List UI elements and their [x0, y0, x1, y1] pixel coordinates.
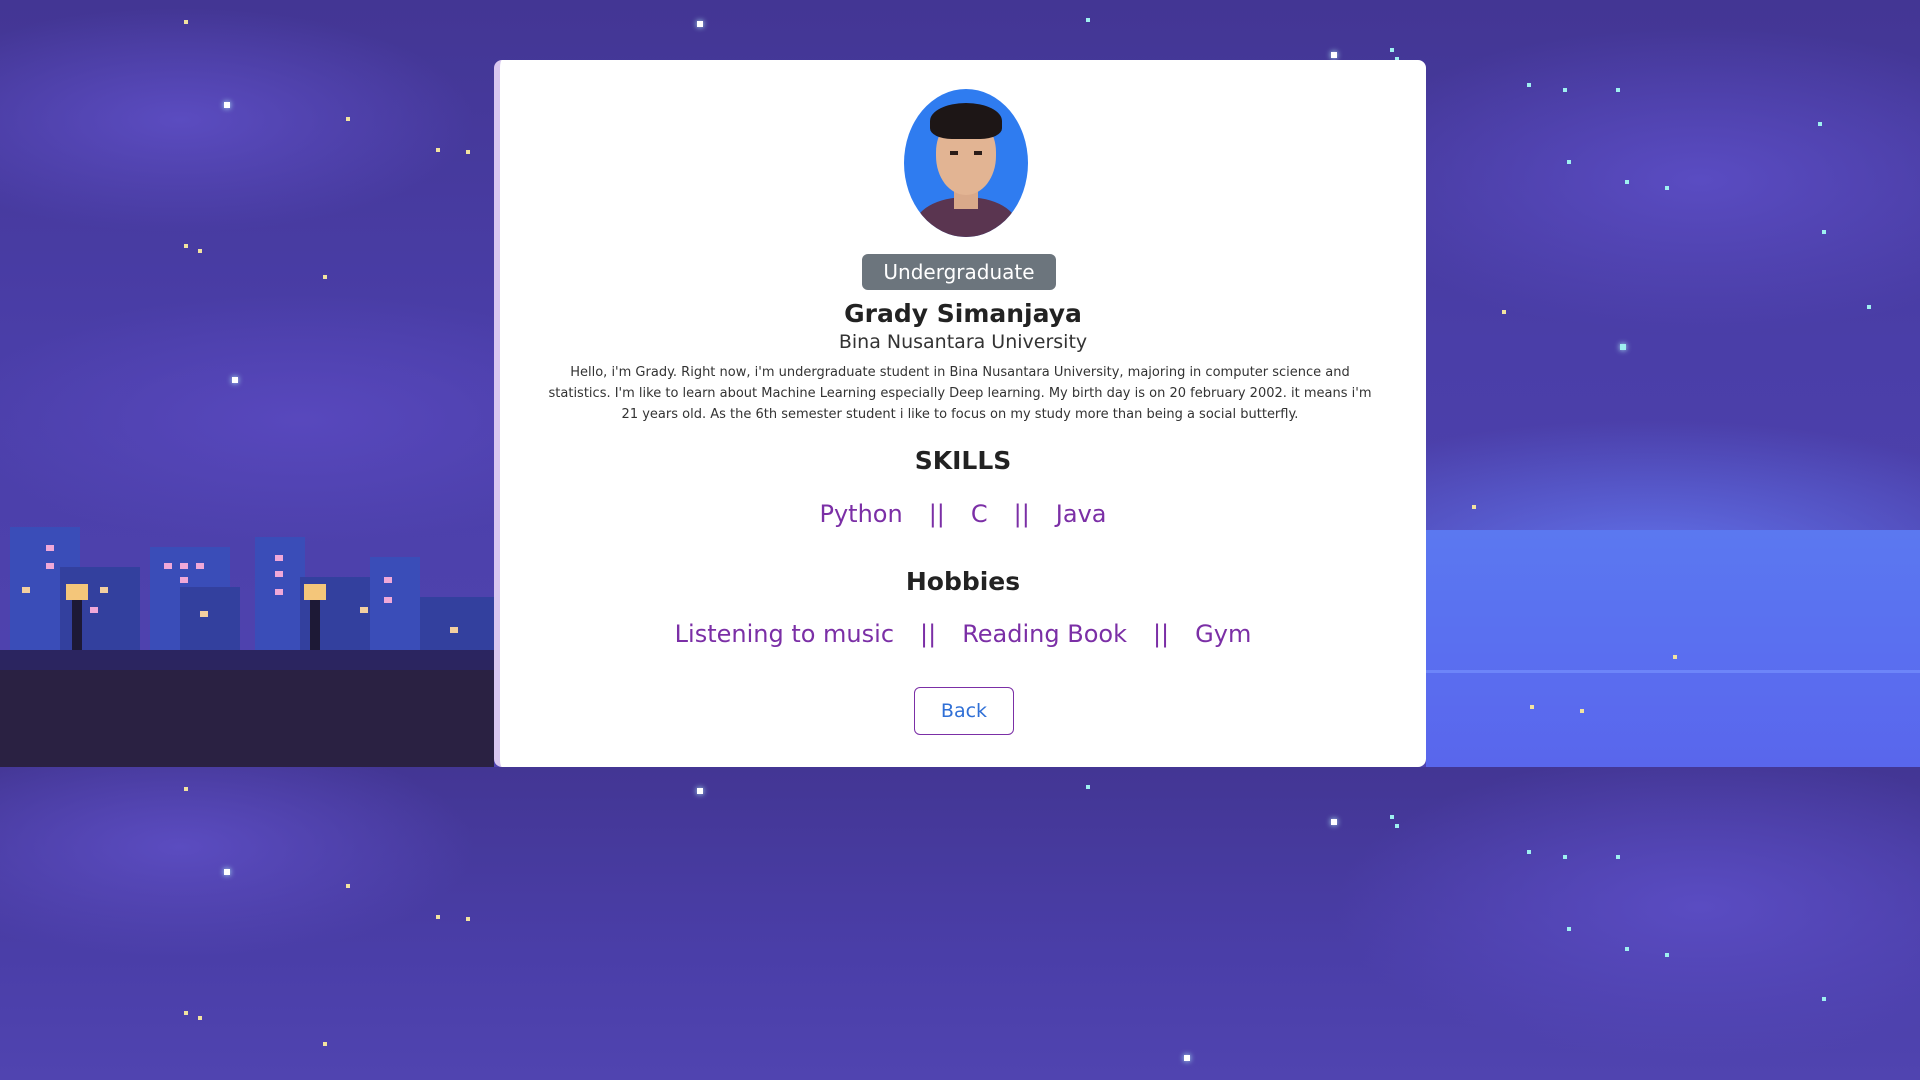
- back-button[interactable]: Back: [914, 687, 1014, 735]
- skills-heading: SKILLS: [914, 446, 1012, 475]
- avatar: [904, 89, 1028, 237]
- hobbies-list: Listening to music || Reading Book || Gym: [500, 620, 1426, 648]
- ground: [0, 670, 494, 767]
- skills-list: Python || C || Java: [500, 500, 1426, 528]
- separator: ||: [1152, 620, 1170, 648]
- skill-item: Python: [819, 500, 903, 528]
- hobby-item: Reading Book: [962, 620, 1127, 648]
- profile-card: Undergraduate Grady Simanjaya Bina Nusan…: [494, 60, 1426, 767]
- water-horizon: [1426, 670, 1920, 673]
- lamp-light: [304, 584, 326, 600]
- lamp-light: [66, 584, 88, 600]
- status-badge: Undergraduate: [862, 254, 1056, 290]
- water: [1426, 530, 1920, 767]
- separator: ||: [928, 500, 945, 528]
- bio-text: Hello, i'm Grady. Right now, i'm undergr…: [548, 365, 1372, 422]
- hobby-item: Gym: [1195, 620, 1252, 648]
- profile-name: Grady Simanjaya: [844, 299, 1082, 328]
- separator: ||: [1013, 500, 1030, 528]
- hobbies-heading: Hobbies: [905, 567, 1021, 596]
- pixel-night-background-repeat: [0, 767, 1920, 1080]
- hobby-item: Listening to music: [674, 620, 895, 648]
- skill-item: Java: [1055, 500, 1107, 528]
- bridge: [0, 650, 494, 670]
- night-sky: [0, 767, 1920, 1080]
- skill-item: C: [970, 500, 988, 528]
- university-name: Bina Nusantara University: [838, 331, 1088, 353]
- separator: ||: [920, 620, 937, 648]
